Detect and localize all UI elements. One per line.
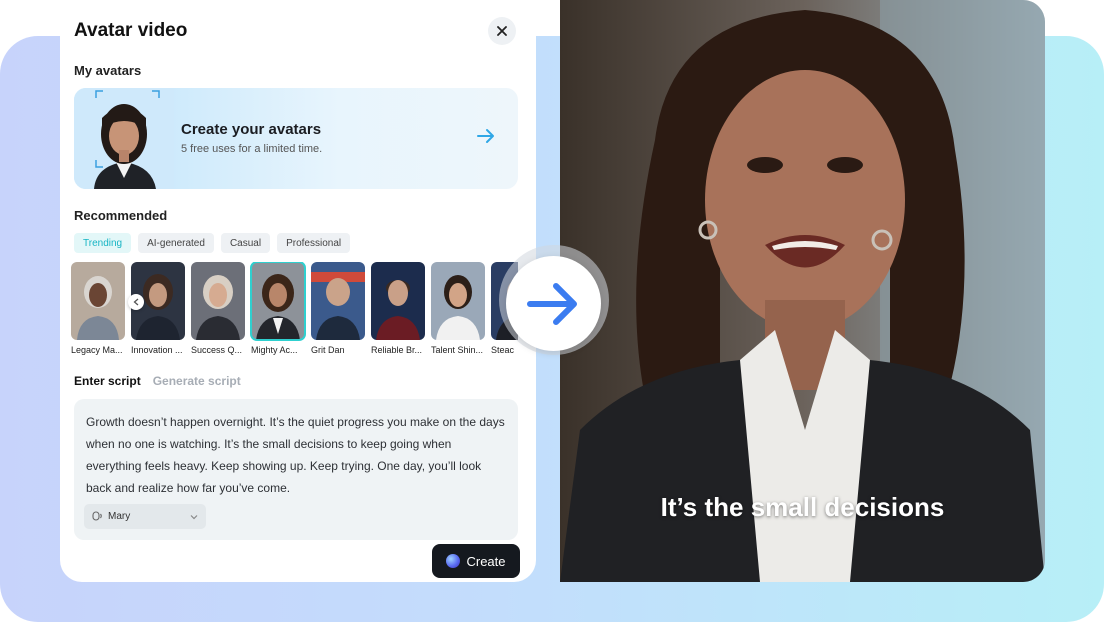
create-avatar-title: Create your avatars [181, 121, 322, 138]
avatar-name: Grit Dan [311, 345, 345, 355]
recommended-label: Recommended [74, 208, 168, 223]
voice-name: Mary [108, 511, 131, 522]
chip-professional[interactable]: Professional [277, 233, 351, 253]
script-editor[interactable]: Growth doesn’t happen overnight. It’s th… [74, 399, 518, 540]
chevron-left-icon [133, 298, 139, 306]
panel-title: Avatar video [74, 20, 188, 41]
video-preview[interactable]: It’s the small decisions [560, 0, 1045, 582]
script-tabs: Enter script Generate script [74, 374, 241, 388]
avatar-thumbnail [311, 262, 365, 340]
chip-casual[interactable]: Casual [220, 233, 271, 253]
create-orb-icon [446, 554, 461, 568]
avatar-carousel: Legacy Ma... Innovation ... Success Q...… [71, 262, 518, 358]
chevron-down-icon [190, 514, 198, 519]
avatar-name: Reliable Br... [371, 345, 423, 355]
avatar-name: Steac [491, 345, 515, 355]
create-button[interactable]: Create [432, 544, 520, 578]
stage: Avatar video My avatars Create your avat… [0, 0, 1104, 622]
create-button-label: Create [466, 553, 506, 569]
avatar-card[interactable]: Legacy Ma... [71, 262, 125, 355]
avatar-card[interactable]: Reliable Br... [371, 262, 425, 355]
avatar-thumbnail [191, 262, 245, 340]
avatar-thumbnail [250, 262, 306, 341]
close-button[interactable] [488, 17, 516, 45]
avatar-name: Talent Shin... [431, 345, 484, 355]
avatar-card[interactable]: Grit Dan [311, 262, 365, 355]
my-avatars-label: My avatars [74, 63, 142, 78]
voice-icon [92, 511, 102, 521]
avatar-card[interactable]: Talent Shin... [431, 262, 485, 355]
voice-selector[interactable]: Mary [84, 504, 206, 529]
avatar-video-panel: Avatar video My avatars Create your avat… [60, 0, 536, 582]
tab-enter-script[interactable]: Enter script [74, 374, 141, 388]
arrow-right-icon [526, 282, 577, 325]
arrow-right-icon [477, 129, 494, 143]
chip-trending[interactable]: Trending [74, 233, 132, 253]
avatar-name: Success Q... [191, 345, 243, 355]
category-chips: Trending AI-generated Casual Professiona… [74, 233, 351, 253]
carousel-prev-button[interactable] [128, 294, 144, 310]
avatar-card[interactable]: Success Q... [191, 262, 245, 355]
create-avatar-card[interactable]: Create your avatars 5 free uses for a li… [74, 88, 518, 189]
avatar-thumbnail [371, 262, 425, 340]
avatar-name: Innovation ... [131, 345, 183, 355]
transition-arrow [506, 256, 601, 351]
create-avatar-subtitle: 5 free uses for a limited time. [181, 143, 323, 155]
avatar-portrait-icon [74, 88, 174, 189]
tab-generate-script[interactable]: Generate script [153, 374, 241, 388]
script-text[interactable]: Growth doesn’t happen overnight. It’s th… [86, 411, 506, 499]
avatar-name: Mighty Ac... [251, 345, 298, 355]
avatar-name: Legacy Ma... [71, 345, 123, 355]
avatar-thumbnail [71, 262, 125, 340]
avatar-thumbnail [431, 262, 485, 340]
chip-ai-generated[interactable]: AI-generated [138, 233, 214, 253]
video-caption: It’s the small decisions [660, 492, 945, 522]
close-icon [497, 26, 507, 36]
avatar-card-selected[interactable]: Mighty Ac... [250, 262, 306, 355]
